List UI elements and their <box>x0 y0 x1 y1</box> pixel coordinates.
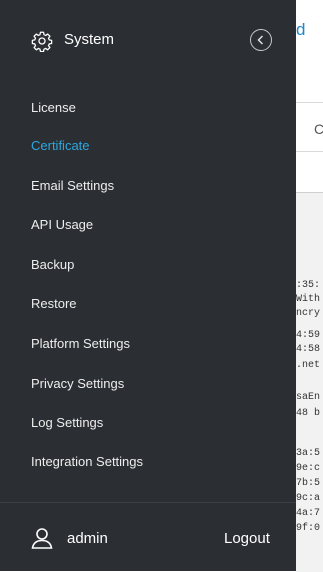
logout-button[interactable]: Logout <box>224 530 270 547</box>
menu-item-integration-settings[interactable]: Integration Settings <box>31 454 143 469</box>
code-line: 9c:a <box>296 493 321 504</box>
chevron-left-icon <box>257 35 264 45</box>
menu-item-platform-settings[interactable]: Platform Settings <box>31 336 130 351</box>
menu-item-backup[interactable]: Backup <box>31 257 74 272</box>
code-line: ncry <box>296 308 321 319</box>
menu-item-license[interactable]: License <box>31 100 76 115</box>
user-icon <box>31 527 53 549</box>
code-line: 4:58 <box>296 344 321 355</box>
username-label: admin <box>67 530 108 547</box>
menu-item-restore[interactable]: Restore <box>31 296 77 311</box>
code-line: 4a:7 <box>296 508 321 519</box>
background-tab-label: C <box>314 121 323 137</box>
menu-item-email-settings[interactable]: Email Settings <box>31 178 114 193</box>
drawer-title: System <box>64 31 115 48</box>
background-page-title: d <box>296 20 306 39</box>
gear-icon <box>31 30 53 53</box>
code-line: 9f:0 <box>296 523 321 534</box>
code-line: 48 b <box>296 408 321 419</box>
menu-item-privacy-settings[interactable]: Privacy Settings <box>31 376 124 391</box>
code-line: 7b:5 <box>296 478 321 489</box>
code-line: 3a:5 <box>296 448 321 459</box>
menu-item-log-settings[interactable]: Log Settings <box>31 415 103 430</box>
code-line: 9e:c <box>296 463 321 474</box>
menu-item-api-usage[interactable]: API Usage <box>31 217 93 232</box>
collapse-drawer-button[interactable] <box>250 29 272 51</box>
code-line: .net <box>296 360 321 371</box>
drawer-header: System <box>0 0 296 82</box>
code-line: saEn <box>296 392 321 403</box>
system-nav-drawer: System License Certificate Email Setting… <box>0 0 296 571</box>
menu-item-certificate[interactable]: Certificate <box>31 138 90 153</box>
drawer-footer: admin Logout <box>0 503 296 571</box>
